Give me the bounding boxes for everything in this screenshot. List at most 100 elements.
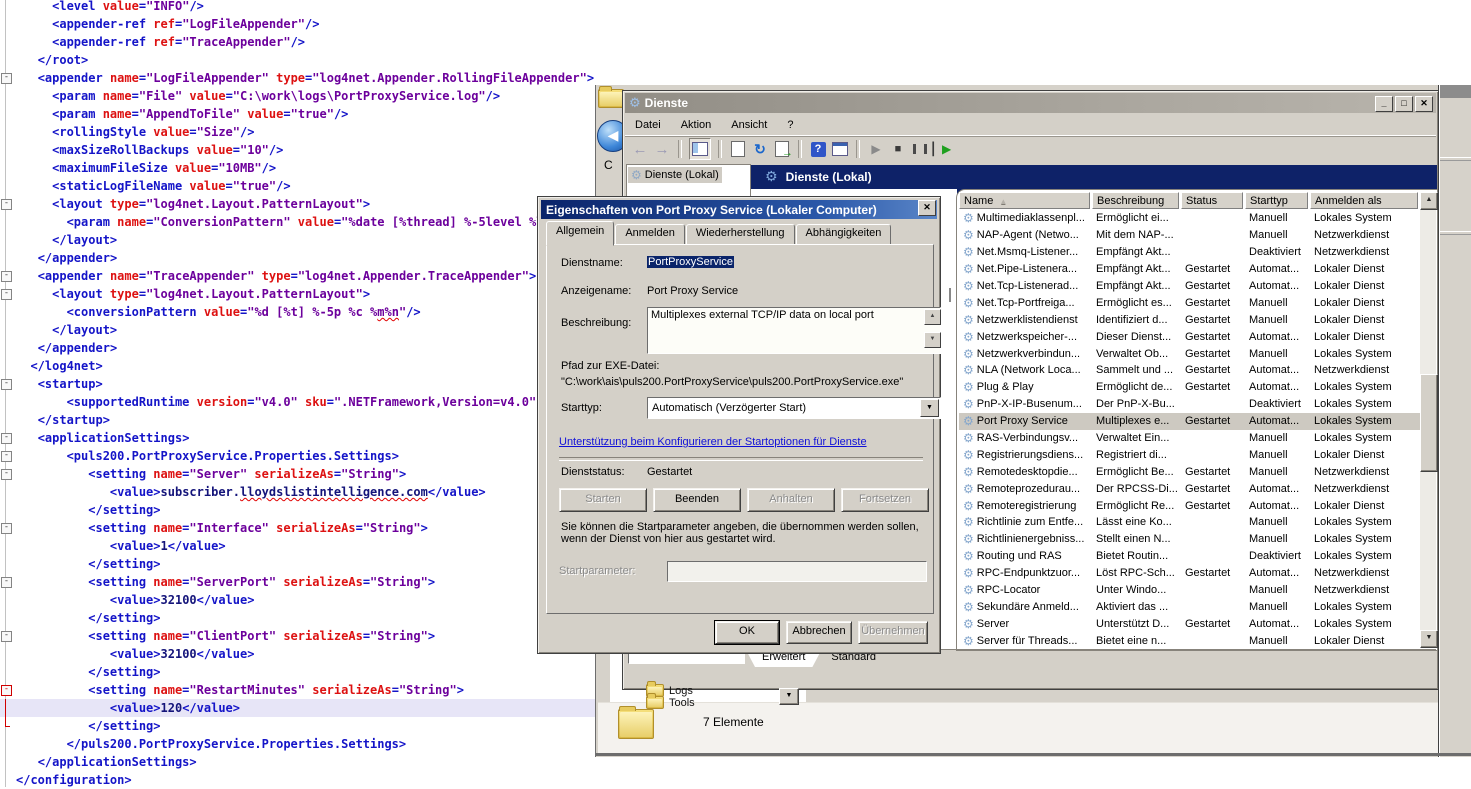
column-header-starttyp[interactable]: Starttyp [1245,192,1308,209]
fold-marker[interactable] [0,285,16,303]
fold-marker[interactable] [0,0,16,15]
scroll-up-icon[interactable]: ▲ [924,309,941,325]
close-button[interactable]: ✕ [1415,96,1433,112]
help-icon[interactable]: ? [809,140,827,158]
forward-icon[interactable]: → [653,140,671,158]
services-titlebar[interactable]: ⚙ Dienste _ □ ✕ [625,93,1436,113]
fold-marker[interactable] [0,303,16,321]
ok-button[interactable]: OK [715,621,779,644]
fold-marker[interactable] [0,249,16,267]
properties-icon[interactable] [729,140,747,158]
fold-marker[interactable] [0,213,16,231]
fold-marker[interactable] [0,393,16,411]
fold-marker[interactable] [0,627,16,645]
fold-marker[interactable] [0,735,16,753]
fold-marker[interactable] [0,591,16,609]
table-row[interactable]: ⚙Remoteprozedurau... Der RPCSS-Di... Ges… [959,480,1420,497]
column-header-beschreibung[interactable]: Beschreibung [1092,192,1179,209]
maximize-button[interactable]: □ [1395,96,1413,112]
menu-item[interactable]: Ansicht [721,117,777,133]
fold-marker[interactable] [0,357,16,375]
fold-marker[interactable] [0,195,16,213]
column-header-name[interactable]: Name ▲ [959,192,1090,209]
code-line[interactable]: <level value="INFO"/> [0,0,1471,15]
combo-dropdown-icon[interactable]: ▼ [920,399,939,417]
vertical-scrollbar[interactable]: ▲ ▼ [1420,192,1436,648]
code-line[interactable]: <appender-ref ref="LogFileAppender"/> [0,15,1471,33]
show-console-tree-icon[interactable] [689,138,711,160]
fold-marker[interactable] [0,447,16,465]
fortsetzen-button[interactable]: Fortsetzen [841,488,929,512]
table-row[interactable]: ⚙Netzwerklistendienst Identifiziert d...… [959,311,1420,328]
pause-service-icon[interactable] [911,140,929,158]
scroll-down-icon[interactable]: ▼ [1420,630,1438,648]
fold-marker[interactable] [0,717,16,735]
table-row[interactable]: ⚙Richtlinie zum Entfe... Lässt eine Ko..… [959,514,1420,531]
fold-marker[interactable] [0,537,16,555]
table-row[interactable]: ⚙Netzwerkverbindun... Verwaltet Ob... Ge… [959,345,1420,362]
table-row[interactable]: ⚙RPC-Locator Unter Windo... Manuell Netz… [959,582,1420,599]
dropdown-arrow-icon[interactable]: ▼ [779,688,799,705]
column-header-status[interactable]: Status [1181,192,1243,209]
startparameter-input[interactable] [667,561,927,582]
table-row[interactable]: ⚙Net.Msmq-Listener... Empfängt Akt... De… [959,244,1420,261]
fold-marker[interactable] [0,555,16,573]
fold-marker[interactable] [0,609,16,627]
uebernehmen-button[interactable]: Übernehmen [858,621,928,644]
fold-marker[interactable] [0,429,16,447]
table-row[interactable]: ⚙RPC-Endpunktzuor... Löst RPC-Sch... Ges… [959,565,1420,582]
table-row[interactable]: ⚙Server für Threads... Bietet eine n... … [959,632,1420,649]
fold-marker[interactable] [0,33,16,51]
table-row[interactable]: ⚙Multimediaklassenpl... Ermöglicht ei...… [959,210,1420,227]
fold-marker[interactable] [0,87,16,105]
table-row[interactable]: ⚙Net.Tcp-Listenerad... Empfängt Akt... G… [959,278,1420,295]
fold-marker[interactable] [0,645,16,663]
extended-view-icon[interactable] [831,140,849,158]
fold-marker[interactable] [0,573,16,591]
fold-marker[interactable] [0,663,16,681]
restart-service-icon[interactable]: ▶ [933,140,951,158]
fold-marker[interactable] [0,267,16,285]
fold-marker[interactable] [0,51,16,69]
table-row[interactable]: ⚙Remoteregistrierung Ermöglicht Re... Ge… [959,497,1420,514]
menu-item[interactable]: Datei [625,117,671,133]
table-row[interactable]: ⚙Net.Pipe-Listenera... Empfängt Akt... G… [959,261,1420,278]
fold-marker[interactable] [0,753,16,771]
fold-marker[interactable] [0,771,16,789]
tree-item-dienste-lokal[interactable]: ⚙ Dienste (Lokal) [628,167,722,183]
table-row[interactable]: ⚙Net.Tcp-Portfreiga... Ermöglicht es... … [959,294,1420,311]
scroll-up-icon[interactable]: ▲ [1420,192,1438,210]
export-list-icon[interactable]: → [773,140,791,158]
fold-marker[interactable] [0,375,16,393]
dialog-tab[interactable]: Anmelden [615,224,685,245]
fold-marker[interactable] [0,483,16,501]
table-row[interactable]: ⚙Port Proxy Service Multiplexes e... Ges… [959,413,1420,430]
table-row[interactable]: ⚙Routing und RAS Bietet Routin... Deakti… [959,548,1420,565]
table-row[interactable]: ⚙RAS-Verbindungsv... Verwaltet Ein... Ma… [959,430,1420,447]
fold-marker[interactable] [0,141,16,159]
table-row[interactable]: ⚙Remotedesktopdie... Ermöglicht Be... Ge… [959,463,1420,480]
code-line[interactable]: </configuration> [0,771,1471,789]
table-row[interactable]: ⚙Sekundäre Anmeld... Aktiviert das ... M… [959,598,1420,615]
table-row[interactable]: ⚙Registrierungsdiens... Registriert di..… [959,446,1420,463]
table-row[interactable]: ⚙NLA (Network Loca... Sammelt und ... Ge… [959,362,1420,379]
fold-marker[interactable] [0,231,16,249]
code-line[interactable]: </root> [0,51,1471,69]
fold-marker[interactable] [0,177,16,195]
beenden-button[interactable]: Beenden [653,488,741,512]
table-row[interactable]: ⚙Richtlinienergebniss... Stellt einen N.… [959,531,1420,548]
fold-marker[interactable] [0,105,16,123]
menu-item[interactable]: ? [777,117,803,133]
minimize-button[interactable]: _ [1375,96,1393,112]
scrollbar-thumb[interactable] [1420,374,1438,472]
stop-service-icon[interactable]: ■ [889,140,907,158]
table-row[interactable]: ⚙NAP-Agent (Netwo... Mit dem NAP-... Man… [959,227,1420,244]
abbrechen-button[interactable]: Abbrechen [786,621,852,644]
back-icon[interactable]: ← [631,140,649,158]
fold-marker[interactable] [0,69,16,87]
dialog-tab[interactable]: Allgemein [546,221,614,246]
fold-marker[interactable] [0,699,16,717]
table-row[interactable]: ⚙Plug & Play Ermöglicht de... Gestartet … [959,379,1420,396]
column-header-anmelden-als[interactable]: Anmelden als [1310,192,1418,209]
fold-marker[interactable] [0,519,16,537]
